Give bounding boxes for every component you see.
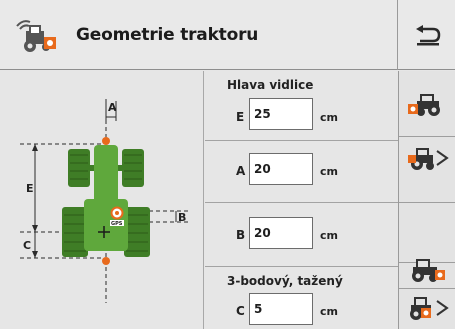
tractor-rear-next-button[interactable] bbox=[399, 289, 455, 329]
dimension-a-label: A bbox=[108, 101, 117, 114]
field-e-input[interactable]: 25 bbox=[249, 98, 313, 130]
field-b-unit: cm bbox=[320, 229, 338, 242]
tractor-next-icon bbox=[408, 148, 449, 170]
section-label-hitch: Hlava vidlice bbox=[227, 78, 314, 92]
field-e-unit: cm bbox=[320, 111, 338, 124]
dimension-c-label: C bbox=[23, 239, 31, 252]
field-c-unit: cm bbox=[320, 305, 338, 318]
rear-hitch-marker bbox=[102, 257, 110, 265]
section-label-three-point: 3-bodový, tažený bbox=[227, 274, 343, 288]
front-hitch-marker bbox=[102, 137, 110, 145]
tractor-front-button[interactable] bbox=[399, 71, 455, 137]
app-window: Geometrie traktoru A E C B GPS Hlava vid… bbox=[0, 0, 455, 329]
field-a-unit: cm bbox=[320, 165, 338, 178]
gps-receiver-icon: GPS bbox=[110, 206, 124, 227]
tractor-front-icon bbox=[408, 94, 440, 116]
tractor-rear-icon bbox=[412, 259, 445, 282]
field-c-letter: C bbox=[236, 304, 245, 318]
tractor-rear-next-icon bbox=[410, 297, 449, 320]
field-a-letter: A bbox=[236, 164, 246, 178]
section-b: B 20 cm bbox=[205, 203, 398, 265]
dimension-e-label: E bbox=[26, 182, 34, 195]
field-b-letter: B bbox=[236, 228, 246, 242]
side-button-bar bbox=[398, 71, 455, 329]
return-arrow-icon bbox=[416, 25, 441, 46]
header-bar: Geometrie traktoru bbox=[0, 0, 455, 70]
geometry-fields: Hlava vidlice E 25 cm A 20 cm B 20 cm 3-… bbox=[205, 71, 398, 329]
tractor-diagram-graphic: A E C B GPS bbox=[20, 99, 190, 303]
dimension-b-label: B bbox=[178, 211, 186, 224]
field-c-input[interactable]: 5 bbox=[249, 293, 313, 325]
gps-label: GPS bbox=[111, 221, 123, 227]
field-b-input[interactable]: 20 bbox=[249, 217, 313, 249]
tractor-rear-button[interactable] bbox=[399, 231, 455, 289]
tractor-next-button[interactable] bbox=[399, 137, 455, 203]
field-a-input[interactable]: 20 bbox=[249, 153, 313, 185]
section-hitch: Hlava vidlice E 25 cm bbox=[205, 71, 398, 139]
field-e-letter: E bbox=[236, 110, 245, 124]
section-a: A 20 cm bbox=[205, 141, 398, 201]
back-button[interactable] bbox=[397, 0, 455, 70]
tractor-hood bbox=[94, 145, 118, 207]
tractor-geometry-diagram: A E C B GPS bbox=[0, 71, 204, 329]
page-title: Geometrie traktoru bbox=[76, 25, 259, 45]
tractor-settings-icon bbox=[14, 17, 58, 53]
section-three-point: 3-bodový, tažený C 5 cm bbox=[205, 267, 398, 329]
